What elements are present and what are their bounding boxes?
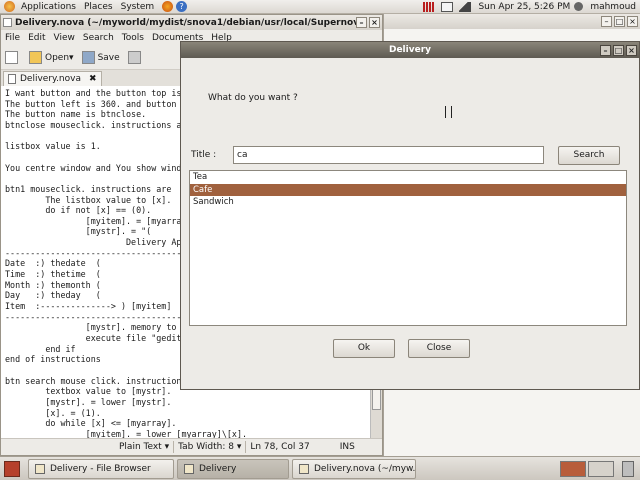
help-launcher-icon[interactable]: ? — [176, 1, 188, 12]
folder-open-icon — [29, 51, 42, 64]
top-panel: Applications Places System ? Sun Apr 25,… — [0, 0, 640, 14]
code-line: do while [x] <= [myarray]. — [5, 418, 177, 429]
save-button[interactable]: Save — [78, 51, 124, 64]
dialog-window-buttons: – □ × — [600, 44, 639, 56]
places-menu[interactable]: Places — [80, 2, 117, 12]
list-item[interactable]: Tea — [190, 171, 626, 184]
new-document-icon — [5, 51, 18, 64]
document-icon — [8, 74, 16, 84]
list-item[interactable]: Cafe — [190, 183, 626, 196]
workspace-2[interactable] — [588, 460, 614, 477]
print-button[interactable] — [124, 51, 148, 64]
ok-button[interactable]: Ok — [333, 339, 395, 358]
maximize-icon[interactable]: □ — [614, 16, 625, 27]
task-label: Delivery - File Browser — [50, 463, 151, 474]
title-label: Title : — [191, 150, 217, 160]
tab-close-icon[interactable]: ✖ — [89, 74, 97, 84]
list-item[interactable]: Sandwich — [190, 196, 626, 209]
task-delivery[interactable]: Delivery — [177, 458, 289, 479]
gedit-titlebar[interactable]: Delivery.nova (~/myworld/mydist/snova1/d… — [1, 15, 382, 30]
gedit-title: Delivery.nova (~/myworld/mydist/snova1/d… — [15, 17, 356, 28]
tab-width-selector[interactable]: Tab Width: 8 ▾ — [174, 442, 245, 452]
delivery-dialog: Delivery – □ × What do you want ? Title … — [180, 41, 640, 390]
minimize-icon[interactable]: – — [356, 17, 367, 28]
results-listbox[interactable]: Tea Cafe Sandwich — [189, 170, 627, 326]
tab-delivery-nova[interactable]: Delivery.nova ✖ — [3, 71, 102, 86]
menu-edit[interactable]: Edit — [24, 33, 49, 43]
title-input[interactable] — [233, 146, 544, 164]
show-desktop-icon[interactable] — [4, 460, 20, 477]
save-icon — [81, 51, 95, 64]
ubuntu-logo-icon[interactable] — [4, 1, 15, 12]
network-icon[interactable] — [423, 1, 436, 12]
background-window-titlebar: – □ × — [384, 14, 640, 29]
system-menu[interactable]: System — [117, 2, 159, 12]
open-label: Open — [45, 52, 70, 63]
scrollbar-thumb[interactable] — [372, 388, 381, 410]
workspace-1[interactable] — [560, 460, 586, 477]
menu-tools[interactable]: Tools — [118, 33, 148, 43]
gedit-statusbar: Plain Text ▾ Tab Width: 8 ▾ Ln 78, Col 3… — [1, 438, 382, 455]
text-editor-icon — [299, 463, 309, 474]
dialog-title: Delivery — [388, 45, 432, 55]
mail-icon[interactable] — [441, 1, 454, 12]
bottom-panel: Delivery - File Browser Delivery Deliver… — [0, 456, 640, 480]
maximize-icon[interactable]: □ — [613, 44, 624, 56]
user-icon — [574, 2, 584, 11]
task-file-browser[interactable]: Delivery - File Browser — [28, 458, 174, 479]
text-cursor-icon — [445, 106, 452, 118]
insert-mode: INS — [339, 442, 355, 452]
save-label: Save — [97, 52, 120, 63]
menu-file[interactable]: File — [1, 33, 24, 43]
workspace-switcher — [558, 460, 634, 477]
task-label: Delivery — [199, 463, 237, 474]
window-icon — [184, 463, 194, 474]
cursor-position: Ln 78, Col 37 — [250, 442, 310, 452]
close-button[interactable]: Close — [408, 339, 470, 358]
open-button[interactable]: Open ▾ — [25, 51, 78, 64]
dialog-titlebar[interactable]: Delivery – □ × — [181, 42, 639, 58]
clock[interactable]: Sun Apr 25, 5:26 PM — [474, 2, 574, 12]
print-icon — [127, 51, 141, 64]
menu-search[interactable]: Search — [79, 33, 118, 43]
task-gedit[interactable]: Delivery.nova (~/myw... — [292, 458, 416, 479]
user-name[interactable]: mahmoud — [586, 2, 640, 12]
close-icon[interactable]: × — [626, 44, 637, 56]
task-label: Delivery.nova (~/myw... — [314, 463, 416, 474]
minimize-icon[interactable]: – — [600, 44, 611, 56]
new-button[interactable] — [1, 51, 25, 64]
close-icon[interactable]: × — [369, 17, 380, 28]
volume-icon[interactable] — [459, 1, 472, 12]
language-selector[interactable]: Plain Text ▾ — [115, 442, 173, 452]
firefox-launcher-icon[interactable] — [162, 1, 174, 12]
tab-label: Delivery.nova — [20, 74, 81, 84]
search-button[interactable]: Search — [558, 146, 620, 165]
minimize-icon[interactable]: – — [601, 16, 612, 27]
applications-menu[interactable]: Applications — [17, 2, 80, 12]
prompt-label: What do you want ? — [208, 93, 298, 103]
code-line: [x]. = (1). — [5, 407, 101, 418]
close-icon[interactable]: × — [627, 16, 638, 27]
folder-icon — [35, 463, 45, 474]
menu-view[interactable]: View — [50, 33, 79, 43]
code-line: [mystr]. = lower [mystr]. — [5, 396, 172, 407]
trash-icon[interactable] — [622, 460, 634, 477]
gedit-app-icon — [3, 18, 12, 27]
